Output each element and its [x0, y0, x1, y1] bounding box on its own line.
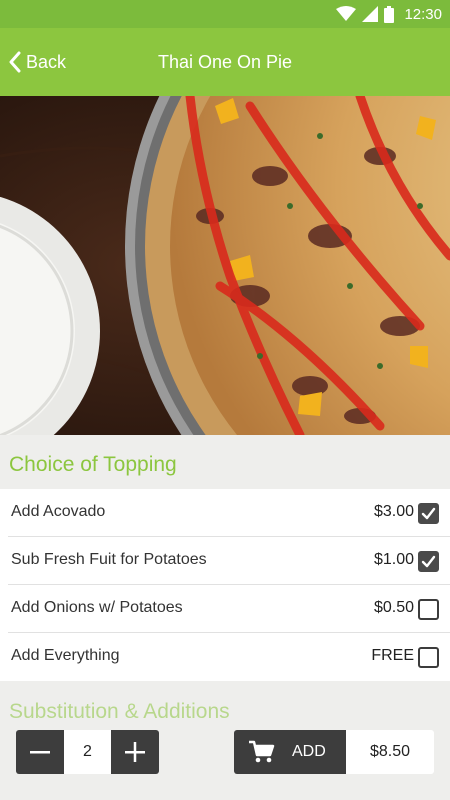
back-button[interactable]: Back	[8, 28, 66, 96]
status-bar: 12:30	[0, 0, 450, 28]
topping-option[interactable]: Add Onions w/ Potatoes $0.50	[8, 585, 450, 633]
option-label: Add Acovado	[11, 503, 106, 520]
option-checkbox[interactable]	[418, 503, 439, 524]
minus-icon	[30, 751, 50, 754]
option-checkbox[interactable]	[418, 647, 439, 668]
order-bar: 2 ADD $8.50	[0, 718, 450, 800]
chevron-left-icon	[9, 51, 21, 73]
checkmark-icon	[421, 507, 436, 520]
add-button-label: ADD	[292, 743, 326, 760]
checkmark-icon	[421, 555, 436, 568]
wifi-icon	[336, 6, 357, 21]
battery-icon	[384, 5, 395, 23]
cart-icon	[249, 740, 275, 763]
quantity-value: 2	[64, 730, 111, 774]
status-time: 12:30	[404, 5, 442, 23]
option-label: Sub Fresh Fuit for Potatoes	[11, 551, 207, 568]
page-title: Thai One On Pie	[157, 52, 293, 72]
option-checkbox[interactable]	[418, 551, 439, 572]
add-to-cart-button[interactable]: ADD	[234, 730, 346, 774]
topping-section-heading: Choice of Topping	[9, 453, 177, 476]
decrease-quantity-button[interactable]	[16, 730, 64, 774]
option-price: FREE	[371, 647, 414, 664]
increase-quantity-button[interactable]	[111, 730, 159, 774]
topping-option[interactable]: Add Everything FREE	[8, 633, 450, 681]
topping-options-list: Add Acovado $3.00 Sub Fresh Fuit for Pot…	[0, 489, 450, 681]
option-checkbox[interactable]	[418, 599, 439, 620]
option-label: Add Onions w/ Potatoes	[11, 599, 183, 616]
pizza-photo	[0, 96, 450, 435]
option-label: Add Everything	[11, 647, 120, 664]
plus-icon	[125, 742, 145, 762]
status-icons: 12:30	[336, 4, 442, 24]
cell-signal-icon	[362, 6, 379, 22]
app-bar: Back Thai One On Pie	[0, 28, 450, 96]
topping-option[interactable]: Add Acovado $3.00	[8, 489, 450, 537]
option-price: $0.50	[373, 599, 414, 616]
option-price: $1.00	[373, 551, 414, 568]
topping-option[interactable]: Sub Fresh Fuit for Potatoes $1.00	[8, 537, 450, 585]
back-label: Back	[26, 51, 67, 72]
option-price: $3.00	[373, 503, 414, 520]
order-total: $8.50	[346, 730, 434, 774]
